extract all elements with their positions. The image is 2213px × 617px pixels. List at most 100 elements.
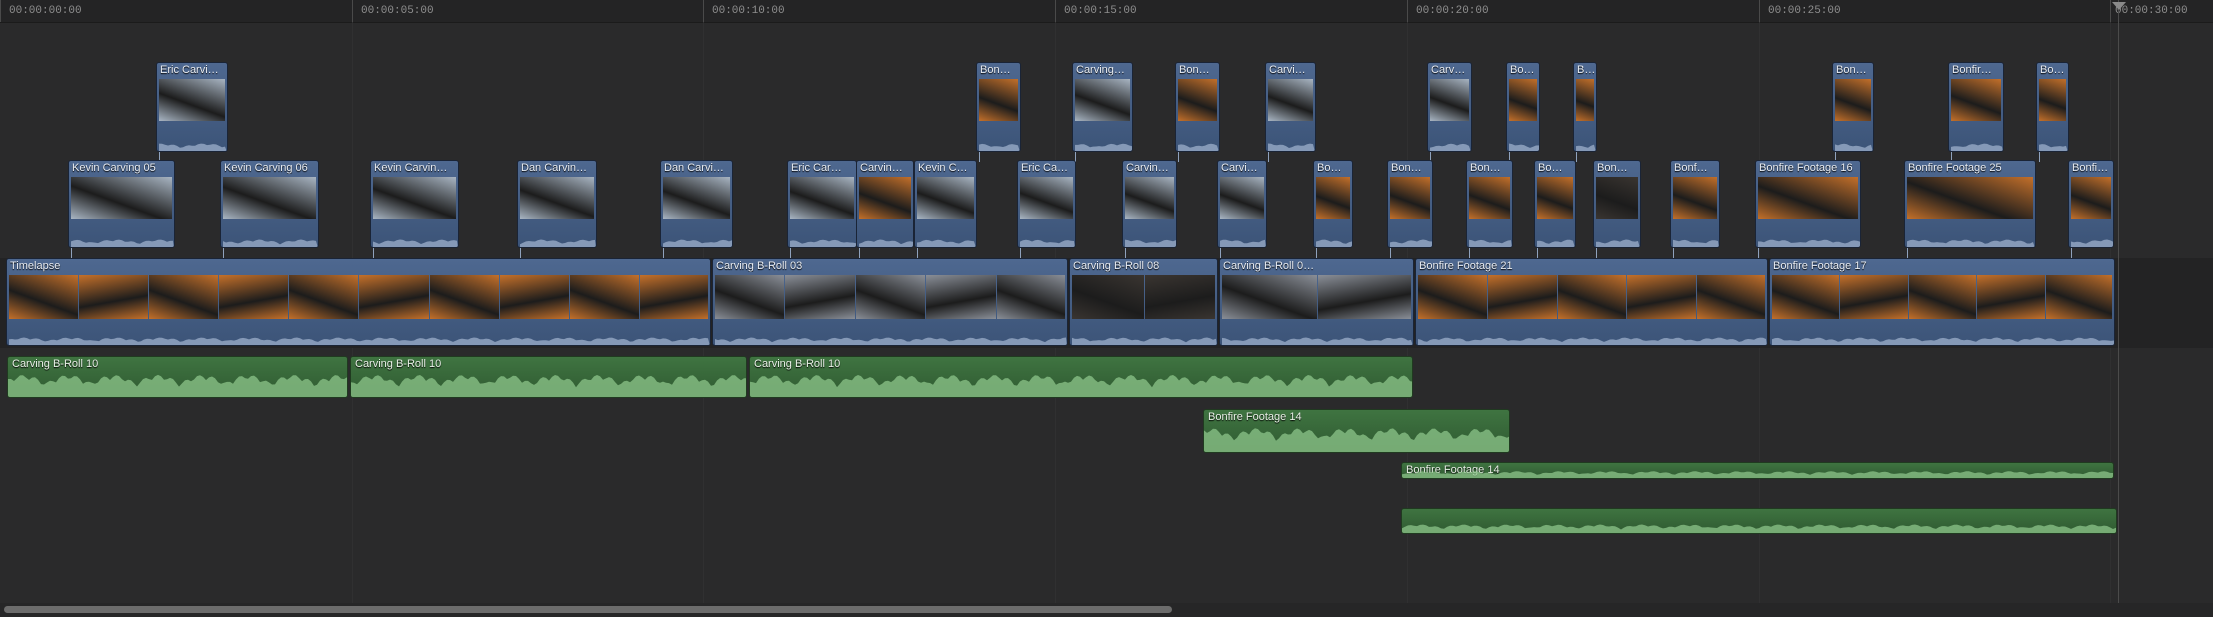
connected-clip-lower[interactable]: Bon… <box>1466 160 1513 248</box>
connected-clip-upper[interactable]: Bon… <box>1506 62 1540 152</box>
audio-waveform-shape <box>1268 143 1315 151</box>
connected-clip-upper[interactable]: Bon… <box>1832 62 1874 152</box>
clip-audio-strip <box>1772 333 2114 345</box>
clip-title: Carvin… <box>1126 162 1169 174</box>
clip-filmstrip-frame <box>1509 79 1537 121</box>
connected-clip-lower[interactable]: Bon… <box>1387 160 1433 248</box>
clip-title: Dan Carvin… <box>521 162 588 174</box>
connected-clip-lower[interactable]: Dan Carvin… <box>517 160 597 248</box>
clip-filmstrip <box>663 177 730 219</box>
clip-audio-strip <box>917 235 976 247</box>
connected-clip-lower[interactable]: Bo… <box>1313 160 1353 248</box>
clip-audio-strip <box>663 235 732 247</box>
clip-filmstrip-frame <box>1977 275 2045 319</box>
clip-audio-strip <box>979 139 1020 151</box>
audio-waveform <box>1222 337 1413 345</box>
audio-waveform <box>8 374 347 397</box>
playhead[interactable] <box>2118 0 2119 612</box>
audio-clip[interactable] <box>1401 508 2117 534</box>
clip-audio-strip <box>1072 333 1217 345</box>
connected-clip-upper[interactable]: Carving… <box>1072 62 1133 152</box>
connected-clip-lower[interactable]: Carvin… <box>856 160 914 248</box>
connected-clip-upper[interactable]: Bon… <box>1175 62 1220 152</box>
connected-clip-link <box>979 152 980 162</box>
clip-title: Bon… <box>1597 162 1628 174</box>
connected-clip-link <box>1125 248 1126 258</box>
connected-clip-upper[interactable]: Bo… <box>2036 62 2069 152</box>
connected-clip-link <box>917 248 918 258</box>
clip-filmstrip <box>2071 177 2111 219</box>
connected-clip-upper[interactable]: Eric Carvi… <box>156 62 228 152</box>
connected-clip-lower[interactable]: Bo… <box>1534 160 1576 248</box>
audio-clip[interactable]: Carving B-Roll 10 <box>350 356 747 398</box>
audio-waveform <box>917 239 976 247</box>
audio-clip[interactable]: Bonfire Footage 14 <box>1401 462 2114 479</box>
clip-filmstrip <box>1951 79 2001 121</box>
connected-clip-link <box>373 248 374 258</box>
primary-storyline-clip[interactable]: Carving B-Roll 0… <box>1219 258 1414 346</box>
connected-clip-lower[interactable]: Bonfire Footage 16 <box>1755 160 1861 248</box>
clip-audio-strip <box>373 235 458 247</box>
clip-audio-strip <box>1075 139 1132 151</box>
timeline-ruler[interactable]: 00:00:00:00 00:00:05:00 00:00:10:00 00:00:1… <box>0 0 2213 23</box>
primary-storyline-clip[interactable]: Carving B-Roll 08 <box>1069 258 1218 346</box>
connected-clip-lower[interactable]: Kevin Carving 05 <box>68 160 175 248</box>
clip-audio-strip <box>1430 139 1471 151</box>
clip-filmstrip-frame <box>1697 275 1765 319</box>
audio-waveform-shape <box>1469 239 1512 247</box>
clip-audio-strip <box>715 333 1067 345</box>
audio-waveform-shape <box>1402 524 2116 533</box>
connected-clip-upper[interactable]: Bonfir… <box>1948 62 2004 152</box>
audio-clip[interactable]: Carving B-Roll 10 <box>7 356 348 398</box>
audio-waveform <box>663 239 732 247</box>
clip-filmstrip-frame <box>979 79 1018 121</box>
ruler-timecode-label: 00:00:05:00 <box>361 5 434 17</box>
connected-clip-lower[interactable]: Bon… <box>1593 160 1641 248</box>
clip-filmstrip <box>1316 177 1350 219</box>
connected-clip-lower[interactable]: Carvi… <box>1217 160 1267 248</box>
audio-clip[interactable]: Carving B-Roll 10 <box>749 356 1413 398</box>
connected-clip-link <box>1537 248 1538 258</box>
connected-clip-lower[interactable]: Dan Carvi… <box>660 160 733 248</box>
clip-filmstrip-frame <box>1576 79 1594 121</box>
primary-storyline-clip[interactable]: Bonfire Footage 21 <box>1415 258 1768 346</box>
connected-clip-upper[interactable]: Carv… <box>1427 62 1472 152</box>
clip-title: Timelapse <box>10 260 61 272</box>
connected-clip-upper[interactable]: Bon… <box>976 62 1021 152</box>
connected-clip-upper[interactable]: Carvi… <box>1265 62 1316 152</box>
connected-clip-lower[interactable]: Bonfi… <box>2068 160 2114 248</box>
connected-clip-lower[interactable]: Kevin Carving 06 <box>220 160 319 248</box>
audio-clip-title: Carving B-Roll 10 <box>12 358 99 370</box>
audio-waveform <box>1951 143 2003 151</box>
clip-filmstrip-frame <box>663 177 730 219</box>
audio-waveform-shape <box>1951 143 2003 151</box>
ruler-tick <box>703 0 704 22</box>
clip-filmstrip-frame <box>1125 177 1174 219</box>
primary-storyline-clip[interactable]: Timelapse <box>6 258 711 346</box>
primary-storyline-clip[interactable]: Carving B-Roll 03 <box>712 258 1068 346</box>
audio-waveform <box>1758 239 1860 247</box>
connected-clip-lower[interactable]: Carvin… <box>1122 160 1177 248</box>
audio-waveform <box>1020 239 1075 247</box>
clip-filmstrip-frame <box>1840 275 1908 319</box>
horizontal-scrollbar-thumb[interactable] <box>4 606 1172 613</box>
connected-clip-lower[interactable]: Kevin Carvin… <box>370 160 459 248</box>
connected-clip-link <box>1907 248 1908 258</box>
audio-clip[interactable]: Bonfire Footage 14 <box>1203 409 1510 453</box>
connected-clip-lower[interactable]: Bonfire Footage 25 <box>1904 160 2036 248</box>
connected-clip-lower[interactable]: Bonf… <box>1670 160 1720 248</box>
audio-waveform <box>1418 337 1767 345</box>
clip-title: Bonfire Footage 17 <box>1773 260 1867 272</box>
audio-waveform-shape <box>790 239 856 247</box>
audio-waveform <box>1316 239 1352 247</box>
connected-clip-lower[interactable]: Kevin C… <box>914 160 977 248</box>
primary-storyline-clip[interactable]: Bonfire Footage 17 <box>1769 258 2115 346</box>
clip-filmstrip-frame <box>1907 177 2033 219</box>
ruler-timecode-label: 00:00:00:00 <box>9 5 82 17</box>
connected-clip-upper[interactable]: B… <box>1573 62 1597 152</box>
connected-clip-link <box>1268 152 1269 162</box>
connected-clip-lower[interactable]: Eric Car… <box>787 160 857 248</box>
connected-clip-lower[interactable]: Eric Ca… <box>1017 160 1076 248</box>
playhead-marker-icon[interactable] <box>2112 2 2126 10</box>
audio-waveform-shape <box>1907 239 2035 247</box>
